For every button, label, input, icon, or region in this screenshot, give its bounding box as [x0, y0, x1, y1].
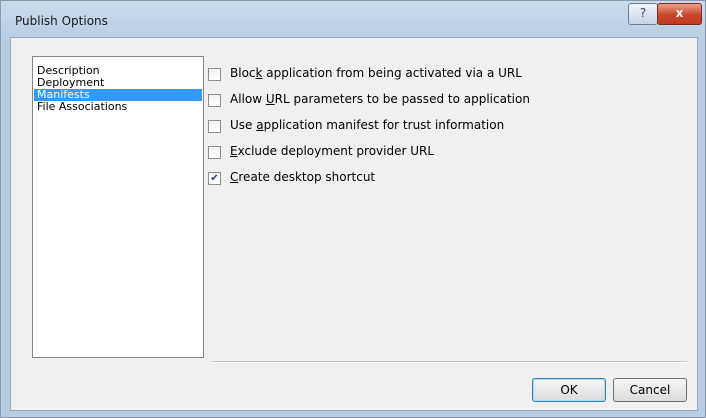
close-button[interactable]: x — [657, 3, 702, 25]
button-area-divider — [211, 361, 687, 363]
option-label: Create desktop shortcut — [230, 170, 375, 184]
mnemonic-letter: E — [230, 144, 238, 158]
label-text: reate desktop shortcut — [238, 170, 376, 184]
label-text: Bloc — [230, 66, 256, 80]
dialog-body: Description Deployment Manifests File As… — [10, 37, 698, 411]
dialog-title: Publish Options — [15, 14, 108, 28]
label-text: Use — [230, 118, 257, 132]
close-icon: x — [675, 6, 684, 20]
ok-button[interactable]: OK — [532, 378, 606, 402]
option-label: Use application manifest for trust infor… — [230, 118, 504, 132]
publish-options-dialog: Publish Options ? x Description Deployme… — [0, 0, 706, 418]
create-desktop-shortcut-checkbox[interactable]: ✔ — [208, 172, 221, 185]
option-allow-url-parameters[interactable]: Allow URL parameters to be passed to app… — [208, 89, 608, 115]
option-label: Block application from being activated v… — [230, 66, 522, 80]
label-text: pplication manifest for trust informatio… — [263, 118, 505, 132]
label-text: xclude deployment provider URL — [237, 144, 435, 158]
mnemonic-letter: U — [265, 92, 275, 106]
label-text: Allow — [230, 92, 266, 106]
option-label: Exclude deployment provider URL — [230, 144, 434, 158]
block-url-activation-checkbox[interactable] — [208, 68, 221, 81]
label-text: RL parameters to be passed to applicatio… — [274, 92, 530, 106]
title-bar[interactable]: Publish Options ? x — [1, 1, 705, 37]
category-item-label: File Associations — [37, 100, 128, 113]
label-text: application from being activated via a U… — [262, 66, 522, 80]
option-block-url-activation[interactable]: Block application from being activated v… — [208, 63, 608, 89]
option-exclude-provider-url[interactable]: Exclude deployment provider URL — [208, 141, 608, 167]
category-item-file-associations[interactable]: File Associations — [34, 101, 202, 113]
allow-url-parameters-checkbox[interactable] — [208, 94, 221, 107]
mnemonic-letter: a — [256, 118, 264, 132]
option-use-manifest-trust[interactable]: Use application manifest for trust infor… — [208, 115, 608, 141]
exclude-provider-url-checkbox[interactable] — [208, 146, 221, 159]
question-mark-icon: ? — [639, 6, 647, 20]
option-label: Allow URL parameters to be passed to app… — [230, 92, 530, 106]
option-create-desktop-shortcut[interactable]: ✔ Create desktop shortcut — [208, 167, 608, 193]
category-list[interactable]: Description Deployment Manifests File As… — [32, 56, 204, 358]
help-button[interactable]: ? — [628, 3, 658, 25]
cancel-button[interactable]: Cancel — [613, 378, 687, 402]
manifest-options: Block application from being activated v… — [208, 63, 608, 193]
use-manifest-trust-checkbox[interactable] — [208, 120, 221, 133]
